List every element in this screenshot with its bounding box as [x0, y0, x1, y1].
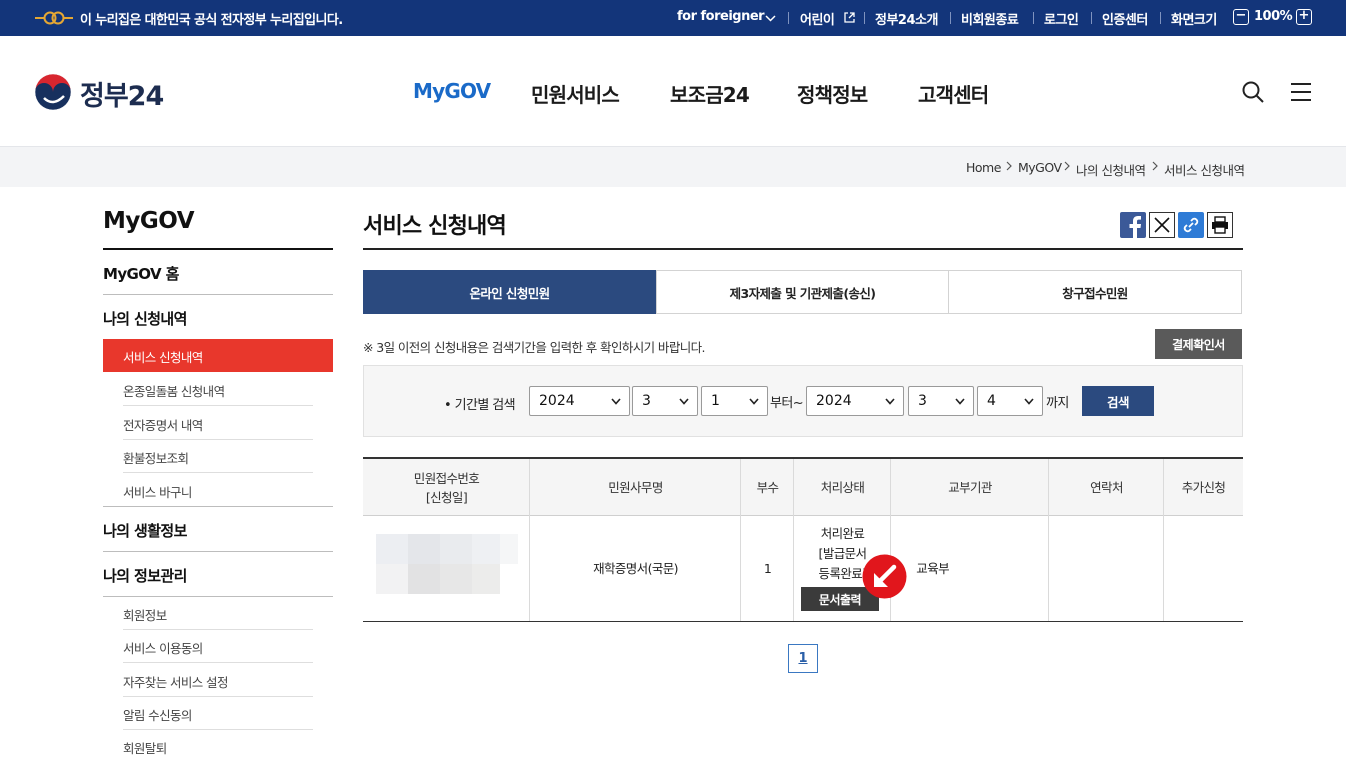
copies-cell: 1 [763, 561, 772, 576]
chevron-down-icon [765, 15, 776, 22]
sidebar-item-service-basket[interactable]: 서비스 바구니 [123, 482, 192, 501]
chevron-down-icon [885, 398, 895, 405]
from-month-select[interactable]: 3 [632, 386, 698, 416]
official-site-notice: 이 누리집은 대한민국 공식 전자정부 누리집입니다. [80, 13, 343, 28]
breadcrumb-current: 서비스 신청내역 [1164, 163, 1245, 178]
chevron-down-icon [1024, 398, 1034, 405]
site-header: 정부24 MyGOV 민원서비스 보조금24 정책정보 고객센터 [0, 36, 1346, 146]
chevron-down-icon [679, 398, 689, 405]
column-header-receipt-number: 민원접수번호 [신청일] [413, 470, 480, 505]
chevron-down-icon [955, 398, 965, 405]
column-header-service-name: 민원사무명 [608, 480, 663, 495]
search-button[interactable]: 검색 [1082, 386, 1154, 416]
sidebar-item-mygov-home[interactable]: MyGOV 홈 [103, 263, 179, 284]
zoom-in-button[interactable]: + [1296, 9, 1312, 25]
status-line: 처리완료 [820, 526, 865, 541]
to-day-select[interactable]: 4 [977, 386, 1043, 416]
menu-icon[interactable] [1289, 80, 1313, 104]
chevron-right-icon [1006, 161, 1012, 171]
nav-civil-service[interactable]: 민원서비스 [531, 79, 620, 108]
nav-customer-center[interactable]: 고객센터 [918, 79, 989, 108]
tab-third-party-submission[interactable]: 제3자제출 및 기관제출(송신) [656, 270, 949, 314]
x-twitter-icon[interactable] [1149, 212, 1175, 238]
sidebar-item-refund-info[interactable]: 환불정보조회 [123, 448, 189, 467]
page-title: 서비스 신청내역 [363, 214, 507, 239]
column-header-contact: 연락처 [1090, 480, 1123, 495]
zoom-out-button[interactable]: − [1233, 9, 1249, 25]
chevron-right-icon [1152, 161, 1158, 171]
gov-taegeuk-logo-icon[interactable] [33, 72, 73, 112]
column-header-status: 처리상태 [820, 480, 865, 495]
period-search-label: • 기간별 검색 [444, 398, 516, 413]
from-suffix-label: 부터~ [770, 396, 804, 411]
copy-link-icon[interactable] [1178, 212, 1204, 238]
search-period-notice: ※ 3일 이전의 신청내용은 검색기간을 입력한 후 확인하시기 바랍니다. [363, 340, 705, 355]
sidebar-item-info-management[interactable]: 나의 정보관리 [103, 565, 187, 586]
about-gov24-link[interactable]: 정부24소개 [875, 9, 938, 28]
column-header-copies: 부수 [756, 480, 779, 495]
nav-policy-info[interactable]: 정책정보 [797, 79, 868, 108]
payment-receipt-button[interactable]: 결제확인서 [1155, 329, 1242, 359]
kids-link[interactable]: 어린이 [800, 9, 835, 28]
zoom-level: 100% [1254, 9, 1293, 24]
breadcrumb-home[interactable]: Home [966, 160, 1001, 175]
guest-logout-link[interactable]: 비회원종료 [961, 9, 1019, 28]
sidebar-item-my-applications[interactable]: 나의 신청내역 [103, 308, 187, 329]
tab-online-applications[interactable]: 온라인 신청민원 [363, 270, 656, 314]
gov-banner: 이 누리집은 대한민국 공식 전자정부 누리집입니다. for foreigne… [0, 0, 1346, 36]
nav-mygov[interactable]: MyGOV [413, 79, 491, 103]
nav-subsidy24[interactable]: 보조금24 [670, 79, 750, 108]
pointer-arrow-icon [862, 554, 907, 599]
auth-center-link[interactable]: 인증센터 [1102, 9, 1148, 28]
sidebar-item-withdraw[interactable]: 회원탈퇴 [123, 738, 167, 757]
to-suffix-label: 까지 [1046, 396, 1069, 411]
sidebar-item-service-applications[interactable]: 서비스 신청내역 [103, 339, 333, 372]
chevron-right-icon [1064, 161, 1070, 171]
sidebar-title: MyGOV [103, 208, 195, 234]
pagination-current-page[interactable]: 1 [788, 644, 818, 673]
site-logo-text[interactable]: 정부24 [80, 74, 164, 113]
for-foreigner-link[interactable]: for foreigner [677, 9, 765, 24]
column-header-additional: 추가신청 [1181, 480, 1226, 495]
breadcrumb: Home MyGOV 나의 신청내역 서비스 신청내역 [0, 146, 1346, 187]
sidebar-item-e-certificates[interactable]: 전자증명서 내역 [123, 415, 203, 434]
breadcrumb-mygov[interactable]: MyGOV [1018, 160, 1062, 175]
sidebar-item-service-consent[interactable]: 서비스 이용동의 [123, 638, 203, 657]
to-year-select[interactable]: 2024 [806, 386, 904, 416]
sidebar-item-member-info[interactable]: 회원정보 [123, 605, 167, 624]
sidebar-item-favorite-services[interactable]: 자주찾는 서비스 설정 [123, 672, 228, 691]
external-link-icon [844, 12, 855, 23]
sidebar-item-label: 서비스 신청내역 [123, 350, 203, 365]
from-day-select[interactable]: 1 [701, 386, 768, 416]
tab-counter-applications[interactable]: 창구접수민원 [948, 270, 1242, 314]
to-month-select[interactable]: 3 [908, 386, 974, 416]
facebook-icon[interactable] [1120, 212, 1146, 238]
redacted-receipt-number [376, 534, 518, 594]
print-icon[interactable] [1207, 212, 1233, 238]
login-link[interactable]: 로그인 [1044, 9, 1079, 28]
sidebar-item-allday-care[interactable]: 온종일돌봄 신청내역 [123, 381, 225, 400]
sidebar-item-life-info[interactable]: 나의 생활정보 [103, 520, 187, 541]
from-year-select[interactable]: 2024 [529, 386, 630, 416]
column-header-issuing-agency: 교부기관 [948, 480, 992, 495]
chevron-down-icon [611, 398, 621, 405]
search-icon[interactable] [1241, 80, 1265, 104]
font-size-label: 화면크기 [1171, 13, 1217, 28]
service-name-cell[interactable]: 재학증명서(국문) [530, 559, 741, 578]
breadcrumb-my-applications[interactable]: 나의 신청내역 [1076, 160, 1146, 179]
sidebar-item-notification-consent[interactable]: 알림 수신동의 [123, 705, 192, 724]
chevron-down-icon [749, 398, 759, 405]
gov-emblem-icon [35, 11, 73, 25]
